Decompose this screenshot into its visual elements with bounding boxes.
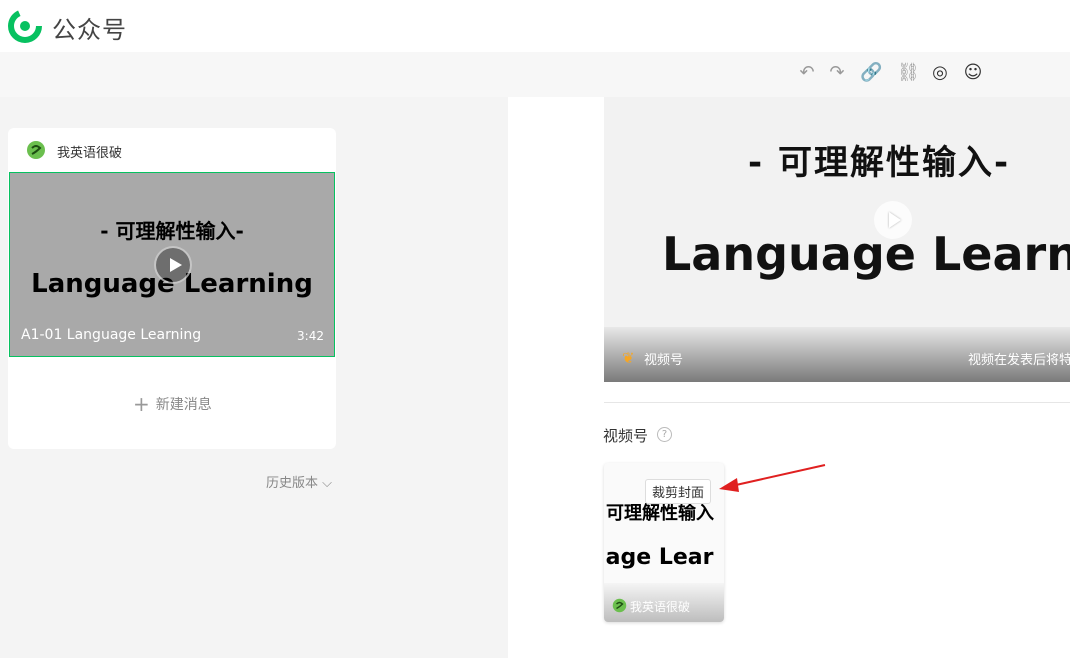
app-title[interactable]: 公众号 — [52, 10, 127, 45]
unlink-icon[interactable]: ⛓ — [897, 62, 920, 84]
thumb-subtitle: - 可理解性输入- — [100, 219, 244, 243]
channels-section-label: 视频号 — [603, 427, 649, 445]
play-icon[interactable] — [154, 246, 192, 284]
new-message-label: 新建消息 — [155, 397, 212, 413]
wechat-official-logo-icon[interactable] — [8, 9, 42, 43]
undo-icon[interactable]: ↶ — [797, 62, 817, 84]
help-icon[interactable]: ? — [657, 427, 672, 442]
top-bar — [0, 0, 1070, 52]
preview-play-icon[interactable] — [874, 201, 912, 239]
mini-program-icon[interactable]: ◎ — [930, 62, 950, 84]
video-preview[interactable]: - 可理解性输入- Language Learnin ❦ 视频号 视频在发表后将… — [604, 97, 1070, 382]
chevron-down-icon: ⌵ — [318, 476, 333, 491]
account-avatar-icon — [27, 141, 45, 159]
preview-main-text: Language Learnin — [662, 227, 1070, 281]
history-version-dropdown[interactable]: 历史版本 ⌵ — [266, 472, 332, 491]
cover-main-text: uage Lear — [604, 545, 714, 570]
article-item-selected[interactable]: - 可理解性输入- Language Learning A1-01 Langua… — [9, 172, 335, 357]
article-title: A1-01 Language Learning — [21, 327, 202, 343]
new-message-button[interactable]: + 新建消息 — [133, 392, 212, 416]
emoji-icon[interactable]: ☺ — [963, 62, 983, 84]
cover-account-avatar-icon — [612, 598, 627, 613]
channels-icon: ❦ — [622, 349, 635, 367]
red-arrow-annotation — [719, 464, 826, 492]
divider — [604, 402, 1070, 403]
preview-channel-label: 视频号 — [644, 353, 684, 368]
redo-icon[interactable]: ↷ — [827, 62, 847, 84]
account-name: 我英语很破 — [57, 146, 123, 161]
link-icon[interactable]: 🔗 — [860, 62, 882, 84]
plus-icon: + — [133, 392, 150, 416]
history-label: 历史版本 — [266, 476, 319, 491]
crop-cover-button[interactable]: 裁剪封面 — [645, 479, 712, 504]
preview-subtitle: - 可理解性输入- — [748, 143, 1011, 183]
video-duration: 3:42 — [297, 329, 324, 343]
preview-note: 视频在发表后将特 — [968, 353, 1070, 368]
cover-account-name: 我英语很破 — [630, 600, 691, 614]
